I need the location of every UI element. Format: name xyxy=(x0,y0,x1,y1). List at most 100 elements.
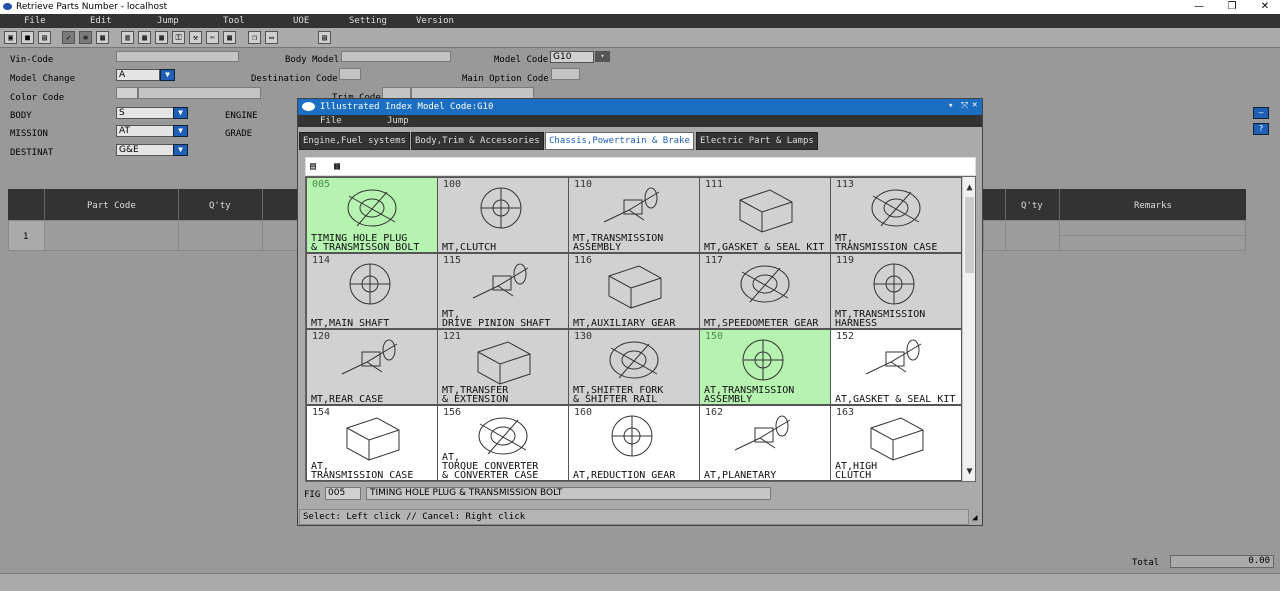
chevron-down-icon[interactable]: ▼ xyxy=(173,144,188,156)
main-option-input[interactable] xyxy=(551,68,580,80)
table-cell[interactable] xyxy=(983,220,1006,251)
grade-label: GRADE xyxy=(225,129,253,139)
fig-label: FIG xyxy=(304,490,321,500)
illustration-cell[interactable]: 160 AT,REDUCTION GEAR xyxy=(568,405,700,481)
grid-icon[interactable]: ▦ xyxy=(155,31,168,44)
wrench-icon[interactable]: ⚒ xyxy=(189,31,202,44)
close-window-button[interactable]: ✕ xyxy=(1248,0,1280,14)
destination-input[interactable] xyxy=(339,68,361,80)
window-icon[interactable]: ▭ xyxy=(265,31,278,44)
illustration-cell[interactable]: 113 MT, TRANSMISSION CASE xyxy=(830,177,962,253)
menu-uoe[interactable]: UOE xyxy=(293,16,309,26)
illustration-cell[interactable]: 111 MT,GASKET & SEAL KIT xyxy=(699,177,831,253)
tab-chassis-powertrain[interactable]: Chassis,Powertrain & Brake xyxy=(545,132,694,150)
dialog-menu-icon[interactable]: ▾ xyxy=(948,101,953,111)
dialog-menu-jump[interactable]: Jump xyxy=(387,116,409,126)
help-icon[interactable]: ? xyxy=(1253,123,1269,135)
save-icon[interactable]: ■ xyxy=(21,31,34,44)
chevron-down-icon[interactable]: ▼ xyxy=(173,125,188,137)
scroll-down-icon[interactable]: ▼ xyxy=(963,466,976,477)
fork-icon xyxy=(609,341,659,379)
illustration-cell[interactable]: 154 AT, TRANSMISSION CASE xyxy=(306,405,438,481)
illustration-cell[interactable]: 152 AT,GASKET & SEAL KIT xyxy=(830,329,962,405)
copy-icon[interactable]: ❐ xyxy=(248,31,261,44)
model-change-select[interactable]: A xyxy=(116,69,160,81)
grid-scrollbar[interactable]: ▲ ▼ xyxy=(962,177,975,481)
clutch-icon xyxy=(870,417,924,461)
part-code-cell[interactable] xyxy=(44,220,179,251)
fig-caption-line: AT,GASKET & SEAL KIT xyxy=(835,394,956,405)
menu-jump[interactable]: Jump xyxy=(157,16,179,26)
dialog-close-icon[interactable]: ✕ xyxy=(972,100,977,110)
menu-version[interactable]: Version xyxy=(416,16,454,26)
key-icon[interactable]: ⚿ xyxy=(172,31,185,44)
table-cell[interactable] xyxy=(262,220,298,251)
list-view-icon[interactable]: ≡ xyxy=(79,31,92,44)
check-icon[interactable]: ✓ xyxy=(62,31,75,44)
illustration-cell[interactable]: 116 MT,AUXILIARY GEAR xyxy=(568,253,700,329)
qty-cell[interactable] xyxy=(178,220,263,251)
resize-grip-icon[interactable]: ◢ xyxy=(972,513,977,523)
chevron-down-icon[interactable]: ▼ xyxy=(173,107,188,119)
total-label: Total xyxy=(1132,558,1160,568)
model-code-lookup-button[interactable]: ▾ xyxy=(595,51,610,62)
body-select[interactable]: S xyxy=(116,107,174,119)
restore-button[interactable]: ❐ xyxy=(1215,0,1249,14)
menu-setting[interactable]: Setting xyxy=(349,16,387,26)
color-code-input[interactable] xyxy=(116,87,138,99)
tab-engine-fuel[interactable]: Engine,Fuel systems xyxy=(299,132,410,150)
tab-electric-lamps[interactable]: Electric Part & Lamps xyxy=(696,132,818,150)
menu-tool[interactable]: Tool xyxy=(223,16,245,26)
qty-right-cell[interactable] xyxy=(1005,220,1060,251)
body-model-input[interactable] xyxy=(341,51,451,62)
illustration-cell[interactable]: 163 AT,HIGH CLUTCH xyxy=(830,405,962,481)
dialog-menu-file[interactable]: File xyxy=(320,116,342,126)
scroll-thumb[interactable] xyxy=(965,197,974,273)
scroll-up-icon[interactable]: ▲ xyxy=(963,182,976,193)
illustration-cell[interactable]: 117 MT,SPEEDOMETER GEAR xyxy=(699,253,831,329)
tab-body-trim[interactable]: Body,Trim & Accessories xyxy=(411,132,544,150)
minimize-button[interactable]: — xyxy=(1182,0,1216,14)
image-icon[interactable]: ▩ xyxy=(334,161,340,172)
illustration-cell[interactable]: 119 MT,TRANSMISSION HARNESS xyxy=(830,253,962,329)
print-icon[interactable]: ▤ xyxy=(38,31,51,44)
fig-caption: MT,SPEEDOMETER GEAR xyxy=(704,310,828,329)
illustration-cell[interactable]: 100 MT,CLUTCH xyxy=(437,177,569,253)
table-icon[interactable]: ▦ xyxy=(138,31,151,44)
illustration-cell[interactable]: 110 MT,TRANSMISSION ASSEMBLY xyxy=(568,177,700,253)
remarks-cell[interactable] xyxy=(1059,220,1246,236)
search-doc-icon[interactable]: ▤ xyxy=(318,31,331,44)
vin-input[interactable] xyxy=(116,51,239,62)
calculator-icon[interactable]: ▥ xyxy=(121,31,134,44)
chevron-down-icon[interactable]: ▼ xyxy=(160,69,175,81)
dialog-resize-icon[interactable]: ⤧ xyxy=(961,101,968,111)
illustration-cell[interactable]: 121 MT,TRANSFER & EXTENSION xyxy=(437,329,569,405)
export-icon[interactable]: ▦ xyxy=(96,31,109,44)
header-qty: Q'ty xyxy=(209,201,231,211)
illustration-cell[interactable]: 130 MT,SHIFTER FORK & SHIFTER RAIL xyxy=(568,329,700,405)
illustration-cell[interactable]: 150 AT,TRANSMISSION ASSEMBLY xyxy=(699,329,831,405)
transmission-icon xyxy=(603,187,660,223)
remarks-cell[interactable] xyxy=(1059,235,1246,251)
model-code-input[interactable]: G10 xyxy=(550,51,594,63)
cut-icon[interactable]: ✂ xyxy=(206,31,219,44)
side-collapse-button[interactable]: – xyxy=(1253,107,1269,119)
destinat-select[interactable]: G&E xyxy=(116,144,174,156)
menu-edit[interactable]: Edit xyxy=(90,16,112,26)
illustration-cell[interactable]: 114 MT,MAIN SHAFT xyxy=(306,253,438,329)
mission-select[interactable]: AT xyxy=(116,125,174,137)
rod-icon xyxy=(740,265,790,303)
illustration-cell[interactable]: 162 AT,PLANETARY xyxy=(699,405,831,481)
color-label: Color Code xyxy=(10,93,65,103)
calendar-icon[interactable]: ▦ xyxy=(223,31,236,44)
illustration-cell[interactable]: 120 MT,REAR CASE xyxy=(306,329,438,405)
illustration-cell[interactable]: 115 MT, DRIVE PINION SHAFT xyxy=(437,253,569,329)
open-folder-icon[interactable]: ▣ xyxy=(4,31,17,44)
print-icon[interactable]: ▤ xyxy=(310,161,316,172)
engine-label: ENGINE xyxy=(225,111,258,121)
fig-number: 163 xyxy=(836,407,855,418)
fig-caption-line: MT,CLUTCH xyxy=(442,242,497,253)
illustration-cell[interactable]: 005 TIMING HOLE PLUG & TRANSMISSON BOLT xyxy=(306,177,438,253)
menu-file[interactable]: File xyxy=(24,16,46,26)
illustration-cell[interactable]: 156 AT, TORQUE CONVERTER & CONVERTER CASE xyxy=(437,405,569,481)
